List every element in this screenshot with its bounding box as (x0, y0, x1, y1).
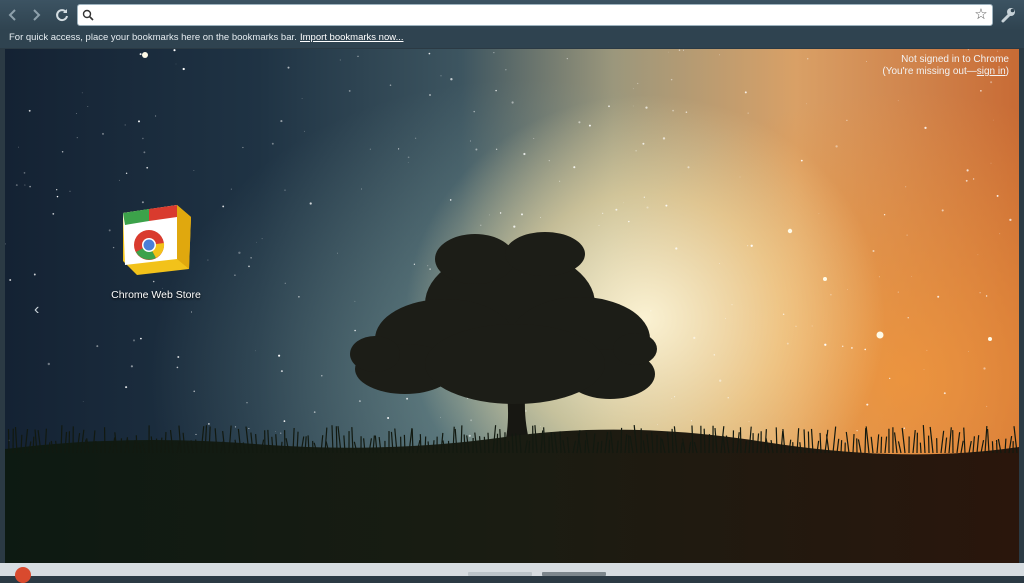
grass-blade (949, 427, 951, 453)
app-label: Chrome Web Store (101, 289, 211, 301)
grass-blade (497, 434, 498, 453)
grass-blade (885, 437, 887, 453)
grass-blade (923, 425, 925, 453)
grass-blade (621, 428, 622, 453)
grass-blade (585, 440, 586, 453)
grass-blade (985, 426, 987, 453)
reload-icon (55, 8, 69, 22)
browser-window: ☆ For quick access, place your bookmarks… (0, 0, 1024, 576)
grass-blade (464, 435, 465, 453)
grass-blade (846, 432, 849, 453)
grass-blade (609, 440, 610, 453)
grass-blade (961, 441, 963, 453)
grass-blade (161, 438, 162, 453)
grass-blade (981, 440, 984, 453)
toolbar: ☆ (0, 0, 1024, 30)
reload-button[interactable] (54, 7, 70, 23)
grass-blade (930, 427, 933, 453)
signin-prefix: (You're missing out— (882, 66, 976, 77)
grass-blade (992, 441, 993, 453)
signin-line2: (You're missing out—sign in) (882, 66, 1009, 78)
grass-blade (865, 428, 866, 453)
grass-blade (412, 429, 413, 453)
bookmark-star-icon[interactable]: ☆ (973, 7, 989, 23)
pager-dot-1[interactable] (468, 572, 532, 576)
grass-blade (601, 441, 602, 453)
grass-blade (988, 429, 989, 453)
grass-blade (529, 441, 530, 453)
signin-link[interactable]: sign in (977, 66, 1006, 77)
grass-blade (881, 437, 882, 453)
signin-status: Not signed in to Chrome (882, 54, 1009, 66)
grass-blade (512, 434, 513, 453)
grass-blade (336, 426, 337, 453)
grass-blade (49, 442, 50, 453)
grass-blade (136, 435, 137, 453)
grass-blade (973, 436, 974, 453)
search-icon (82, 9, 94, 21)
omnibox-input[interactable] (96, 7, 966, 23)
back-arrow-icon (6, 8, 20, 22)
grass-blade (853, 434, 854, 453)
grass-blade (858, 439, 861, 453)
grass-blade (895, 432, 897, 453)
grass-blade (964, 428, 965, 453)
forward-button[interactable] (28, 7, 44, 23)
grass-blade (425, 436, 426, 453)
grass-blade (704, 429, 705, 453)
grass-blade (957, 432, 960, 453)
grass-blade (913, 430, 915, 453)
grass-blade (33, 437, 34, 453)
grass-blade (833, 427, 836, 453)
grass-blade (941, 431, 944, 453)
grass-blade (977, 435, 979, 453)
pager-dot-2[interactable] (542, 572, 606, 576)
grass-blade (484, 437, 485, 453)
grass-blade (837, 439, 839, 453)
grass-blade (808, 431, 809, 453)
grass-blade (8, 429, 9, 453)
new-tab-page: Not signed in to Chrome (You're missing … (5, 49, 1019, 563)
omnibox[interactable]: ☆ (77, 4, 993, 26)
grass-blade (841, 440, 842, 453)
grass-blade (969, 441, 971, 453)
ntp-footer (0, 563, 1024, 576)
grass-blade (877, 434, 879, 453)
grass-blade (21, 435, 22, 453)
page-left-arrow[interactable]: ‹ (34, 301, 39, 319)
app-tile-chrome-web-store[interactable]: Chrome Web Store (101, 199, 211, 309)
grass-blade (898, 441, 901, 453)
grass-blade (871, 437, 873, 453)
grass-blade (945, 438, 947, 453)
import-bookmarks-link[interactable]: Import bookmarks now... (300, 32, 403, 43)
grass-blade (866, 426, 869, 453)
grass-blade (420, 434, 421, 453)
bookmarks-bar-hint: For quick access, place your bookmarks h… (9, 32, 297, 43)
signin-promo: Not signed in to Chrome (You're missing … (882, 54, 1009, 78)
signin-suffix: ) (1006, 66, 1009, 77)
grass-blade (404, 435, 405, 453)
most-visited-icon[interactable] (15, 567, 31, 583)
chrome-web-store-icon (119, 199, 195, 275)
back-button[interactable] (5, 7, 21, 23)
grass-blade (101, 442, 102, 453)
grass-blade (740, 427, 741, 453)
grass-blade (902, 428, 905, 453)
bookmarks-bar: For quick access, place your bookmarks h… (0, 30, 1024, 48)
wrench-menu-icon[interactable] (999, 6, 1017, 24)
forward-arrow-icon (29, 8, 43, 22)
grass-blade (920, 443, 921, 453)
grass-blade (776, 427, 777, 453)
